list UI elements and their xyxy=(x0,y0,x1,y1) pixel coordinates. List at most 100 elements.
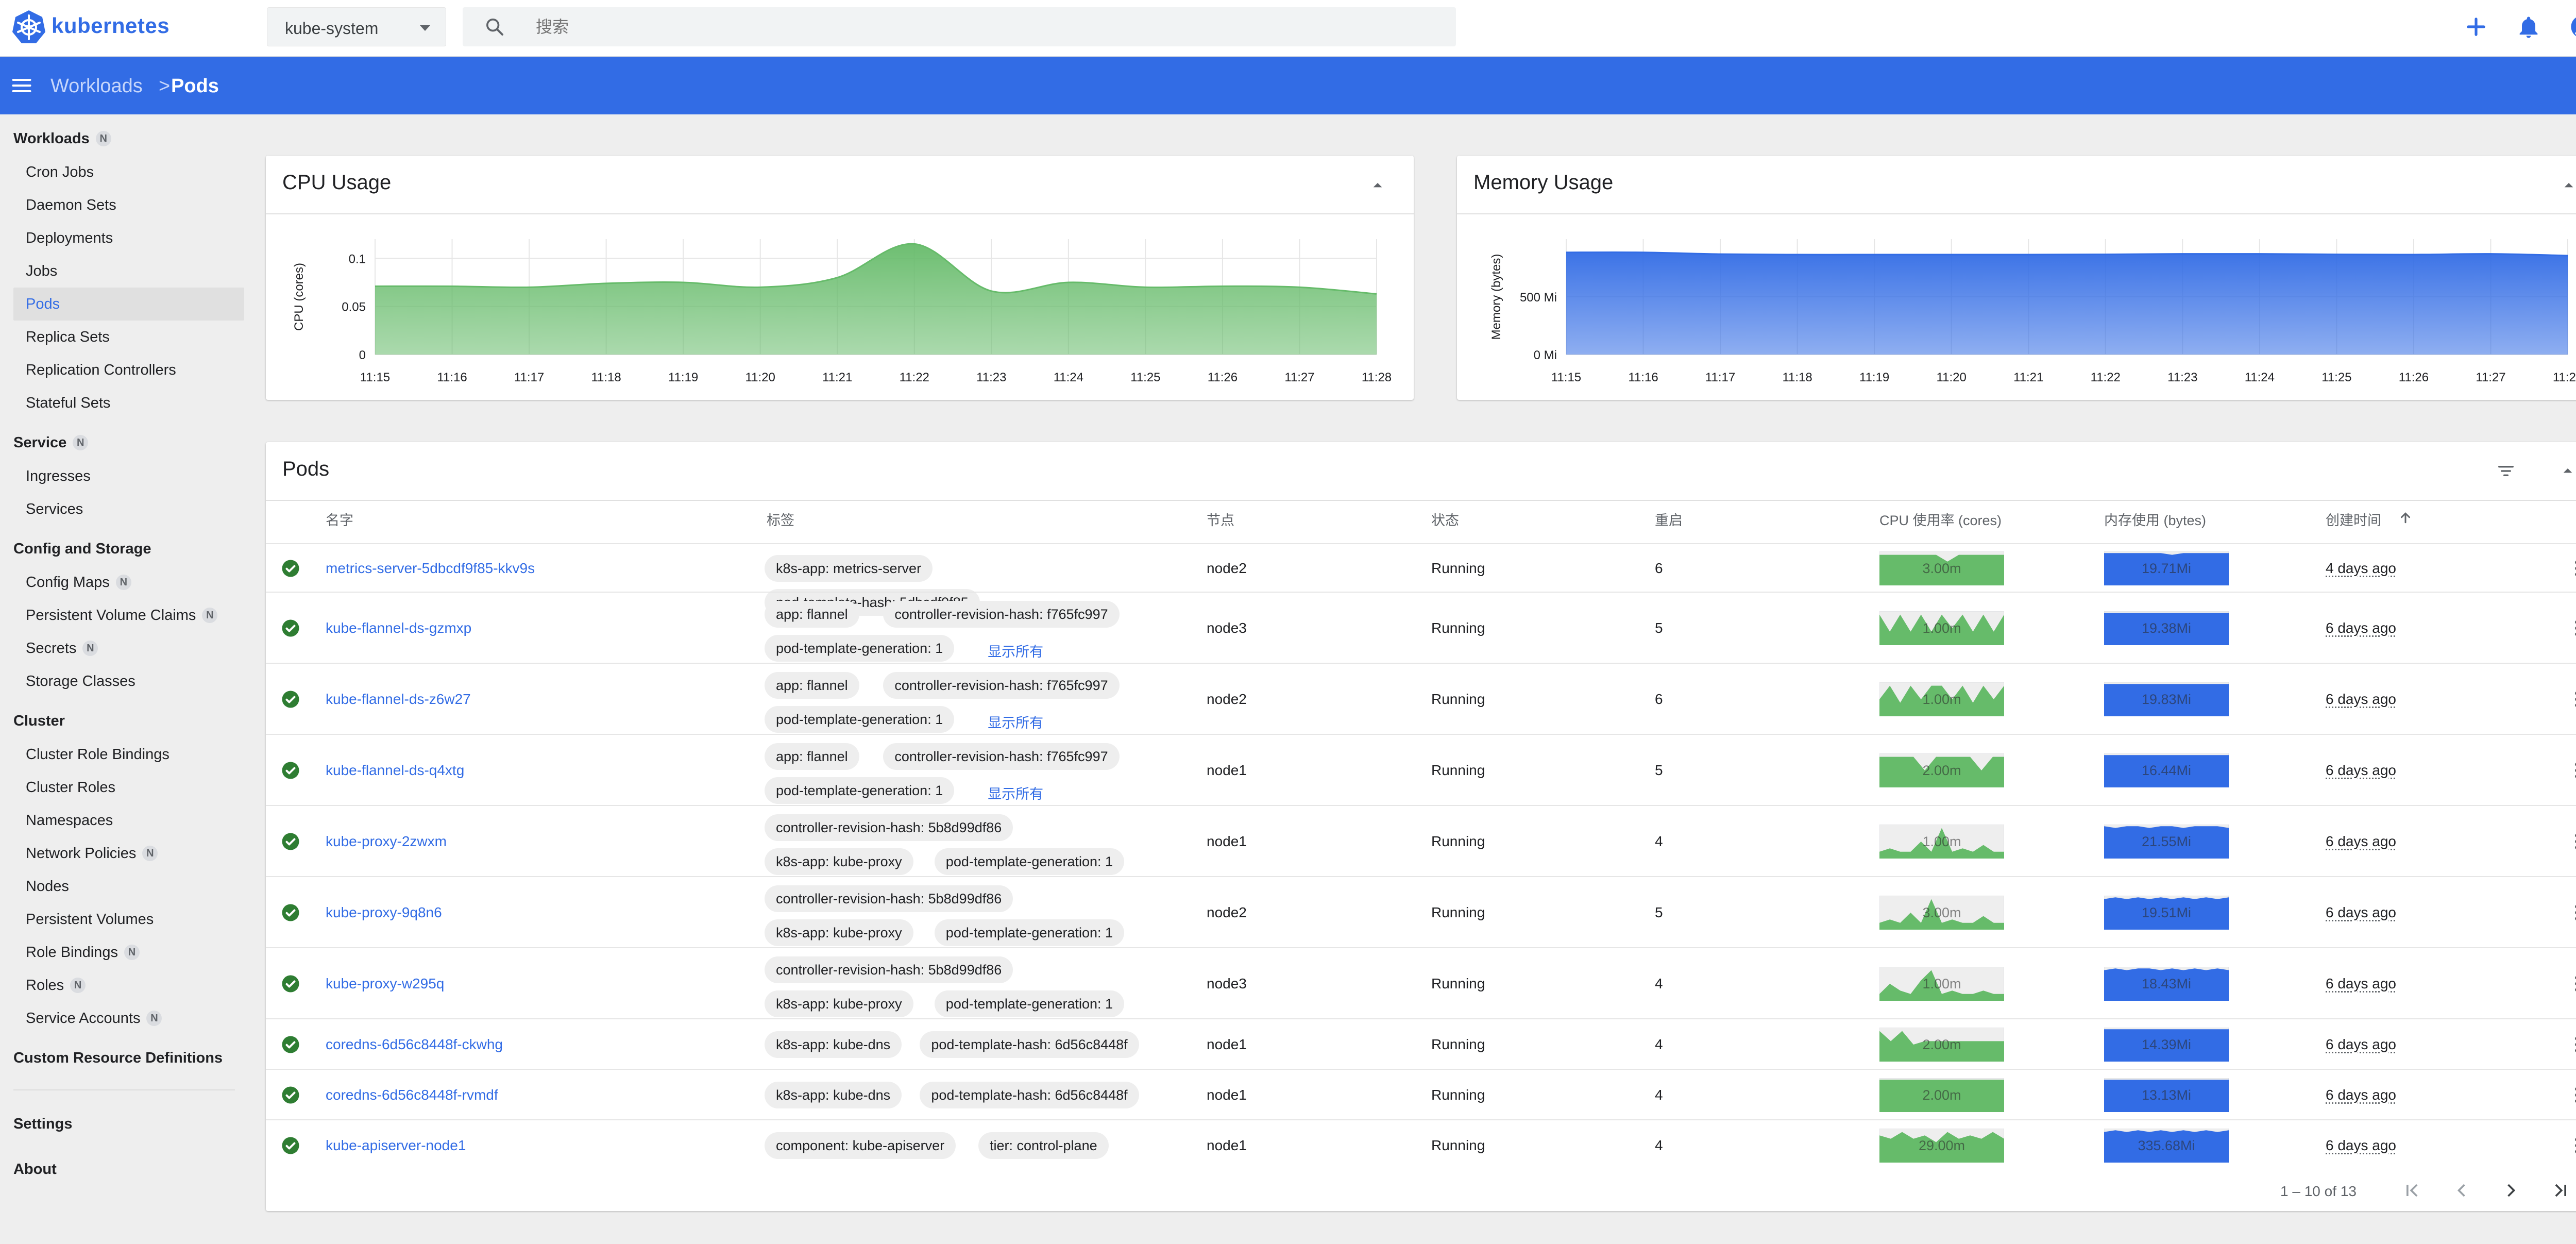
pagination-range: 1 – 10 of 13 xyxy=(2280,1183,2357,1199)
pod-created-time[interactable]: 6 days ago xyxy=(2326,762,2396,779)
sidebar-item[interactable]: Role Bindings N xyxy=(26,936,140,969)
sidebar-item[interactable]: Replication Controllers xyxy=(26,354,176,386)
sidebar-section-0[interactable]: Workloads N xyxy=(13,125,111,153)
more-vert-icon[interactable] xyxy=(2567,831,2576,852)
prev-page-icon[interactable] xyxy=(2450,1179,2473,1202)
sidebar-item-label: Config Maps xyxy=(26,574,110,591)
notifications-icon[interactable] xyxy=(2515,13,2542,40)
label-chip: pod-template-generation: 1 xyxy=(765,635,955,662)
filter-icon[interactable] xyxy=(2496,461,2516,481)
sidebar-item[interactable]: Persistent Volumes xyxy=(26,903,154,936)
sidebar-item[interactable]: Services xyxy=(26,493,83,526)
sidebar-item[interactable]: Stateful Sets xyxy=(26,386,110,419)
column-header-memory: 内存使用 (bytes) xyxy=(2104,513,2207,528)
pod-name-link[interactable]: coredns-6d56c8448f-rvmdf xyxy=(326,1087,498,1103)
sidebar-item[interactable]: Daemon Sets xyxy=(26,189,116,222)
more-vert-icon[interactable] xyxy=(2567,618,2576,638)
more-vert-icon[interactable] xyxy=(2567,1085,2576,1105)
sidebar-item[interactable]: Jobs xyxy=(26,255,57,288)
sidebar-footer-item[interactable]: About xyxy=(13,1155,57,1183)
more-vert-icon[interactable] xyxy=(2567,973,2576,994)
check-circle-icon xyxy=(282,1137,299,1154)
sidebar-section-1[interactable]: Service N xyxy=(13,429,89,457)
pod-name-link[interactable]: kube-flannel-ds-gzmxp xyxy=(326,620,471,636)
show-all-labels-link[interactable]: 显示所有 xyxy=(988,712,1043,732)
more-vert-icon[interactable] xyxy=(2567,902,2576,923)
x-tick-label: 11:28 xyxy=(2553,371,2576,384)
pod-name-link[interactable]: kube-flannel-ds-z6w27 xyxy=(326,691,471,708)
sidebar-section-3[interactable]: Cluster xyxy=(13,707,65,735)
pod-created-time[interactable]: 6 days ago xyxy=(2326,1036,2396,1053)
sparkline-value: 19.38Mi xyxy=(2141,620,2192,636)
sidebar-item[interactable]: Ingresses xyxy=(26,460,91,493)
sparkline-value: 19.83Mi xyxy=(2141,692,2192,707)
more-vert-icon[interactable] xyxy=(2567,1135,2576,1156)
check-circle-icon xyxy=(282,560,299,577)
pod-created-time[interactable]: 6 days ago xyxy=(2326,833,2396,850)
brand-name[interactable]: kubernetes xyxy=(52,13,170,38)
pod-name-link[interactable]: kube-proxy-9q8n6 xyxy=(326,904,442,921)
pod-name-link[interactable]: kube-proxy-2zwxm xyxy=(326,833,447,850)
pod-name-link[interactable]: coredns-6d56c8448f-ckwhg xyxy=(326,1036,503,1053)
sidebar-section-4[interactable]: Custom Resource Definitions xyxy=(13,1044,223,1072)
x-tick-label: 11:23 xyxy=(2167,371,2197,384)
sidebar-item[interactable]: Cluster Roles xyxy=(26,771,115,804)
show-all-labels-link[interactable]: 显示所有 xyxy=(988,783,1043,803)
column-header-created[interactable]: 创建时间 xyxy=(2326,509,2381,529)
column-header-name[interactable]: 名字 xyxy=(326,509,353,529)
series-area xyxy=(1566,252,2568,355)
x-tick-label: 11:15 xyxy=(1551,371,1581,384)
collapse-icon[interactable] xyxy=(2557,461,2576,481)
sparkline-value: 13.13Mi xyxy=(2141,1087,2192,1103)
sidebar-item[interactable]: Config Maps N xyxy=(26,566,131,599)
pod-created-time[interactable]: 6 days ago xyxy=(2326,691,2396,708)
more-vert-icon[interactable] xyxy=(2567,689,2576,710)
sidebar-item[interactable]: Storage Classes xyxy=(26,665,135,698)
menu-icon[interactable] xyxy=(10,74,33,97)
last-page-icon[interactable] xyxy=(2549,1179,2572,1202)
sidebar-item[interactable]: Cluster Role Bindings xyxy=(26,738,170,771)
more-vert-icon[interactable] xyxy=(2567,760,2576,781)
sidebar-item[interactable]: Persistent Volume Claims N xyxy=(26,599,218,632)
more-vert-icon[interactable] xyxy=(2567,1034,2576,1055)
show-all-labels-link[interactable]: 显示所有 xyxy=(988,641,1043,661)
sidebar-item[interactable]: Secrets N xyxy=(26,632,98,665)
sidebar-item[interactable]: Pods xyxy=(13,288,244,321)
sidebar-section-2[interactable]: Config and Storage xyxy=(13,535,151,563)
pod-created-time[interactable]: 6 days ago xyxy=(2326,1137,2396,1154)
label-chip: app: flannel xyxy=(765,743,859,770)
pod-created-time[interactable]: 6 days ago xyxy=(2326,904,2396,921)
sidebar-footer-item[interactable]: Settings xyxy=(13,1110,72,1138)
account-icon[interactable] xyxy=(2569,13,2576,40)
sort-ascending-icon[interactable] xyxy=(2398,510,2413,526)
more-vert-icon[interactable] xyxy=(2567,558,2576,579)
pod-status: Running xyxy=(1431,691,1485,707)
sidebar-item[interactable]: Cron Jobs xyxy=(26,156,94,189)
breadcrumb-workloads-link[interactable]: Workloads xyxy=(50,75,143,97)
namespace-select[interactable]: kube-system xyxy=(267,7,446,46)
pod-created-time[interactable]: 6 days ago xyxy=(2326,620,2396,636)
pod-name-link[interactable]: kube-apiserver-node1 xyxy=(326,1137,466,1154)
search-input[interactable] xyxy=(536,14,1412,39)
pod-name-link[interactable]: kube-proxy-w295q xyxy=(326,976,444,992)
pod-name-link[interactable]: kube-flannel-ds-q4xtg xyxy=(326,762,464,779)
pod-created-time[interactable]: 6 days ago xyxy=(2326,976,2396,992)
sidebar-item[interactable]: Namespaces xyxy=(26,804,113,837)
sidebar-item[interactable]: Network Policies N xyxy=(26,837,158,870)
pod-created-time[interactable]: 6 days ago xyxy=(2326,1087,2396,1103)
pod-name-link[interactable]: metrics-server-5dbcdf9f85-kkv9s xyxy=(326,560,535,577)
first-page-icon[interactable] xyxy=(2401,1179,2424,1202)
sidebar-item[interactable]: Replica Sets xyxy=(26,321,110,354)
next-page-icon[interactable] xyxy=(2500,1179,2522,1202)
collapse-icon[interactable] xyxy=(1367,175,1388,196)
add-icon[interactable] xyxy=(2463,13,2489,40)
check-circle-icon xyxy=(282,762,299,779)
sidebar-item[interactable]: Deployments xyxy=(26,222,113,255)
sidebar-item[interactable]: Service Accounts N xyxy=(26,1002,162,1035)
sidebar-item[interactable]: Nodes xyxy=(26,870,69,903)
sidebar-item-label: Stateful Sets xyxy=(26,394,111,411)
pod-created-time[interactable]: 4 days ago xyxy=(2326,560,2396,577)
sidebar-item[interactable]: Roles N xyxy=(26,969,86,1002)
kubernetes-logo-icon[interactable] xyxy=(11,9,46,44)
collapse-icon[interactable] xyxy=(2558,175,2576,196)
